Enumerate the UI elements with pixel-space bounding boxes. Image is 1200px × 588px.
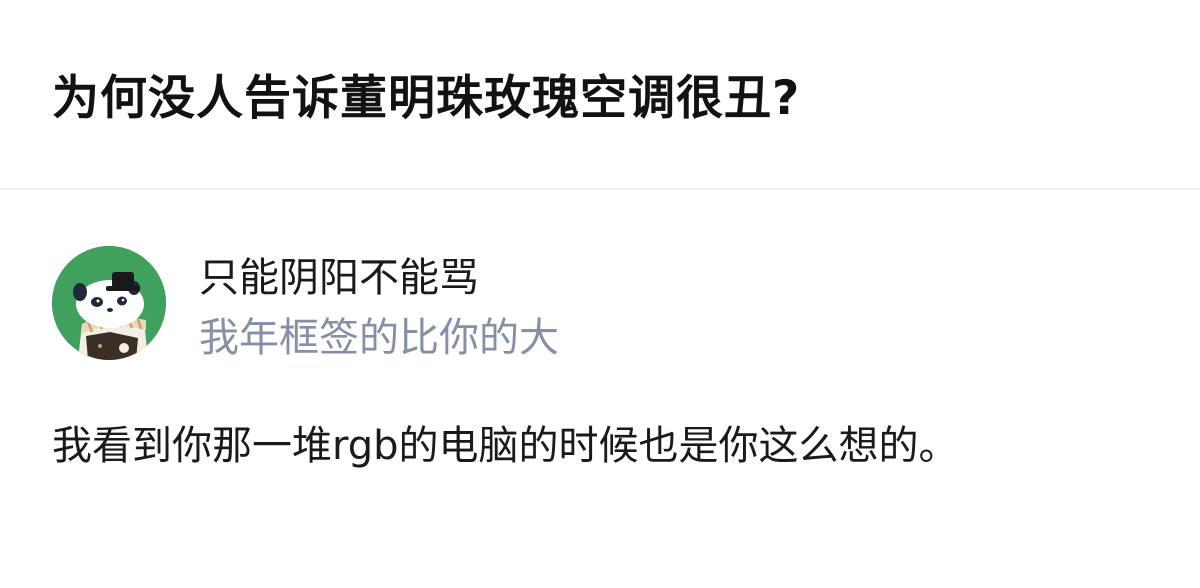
panda-avatar-icon [52, 246, 166, 360]
question-title[interactable]: 为何没人告诉董明珠玫瑰空调很丑? [52, 59, 800, 128]
author-row: 只能阴阳不能骂 我年框签的比你的大 [52, 246, 1148, 366]
answer-card: 只能阴阳不能骂 我年框签的比你的大 我看到你那一堆rgb的电脑的时候也是你这么想… [0, 246, 1200, 476]
author-bio: 我年框签的比你的大 [199, 315, 559, 361]
author-name-link[interactable]: 只能阴阳不能骂 [199, 250, 559, 306]
question-header: 为何没人告诉董明珠玫瑰空调很丑? [0, 0, 1200, 190]
answer-content: 我看到你那一堆rgb的电脑的时候也是你这么想的。 [52, 423, 959, 469]
avatar[interactable] [52, 246, 166, 360]
author-info: 只能阴阳不能骂 我年框签的比你的大 [199, 250, 559, 366]
